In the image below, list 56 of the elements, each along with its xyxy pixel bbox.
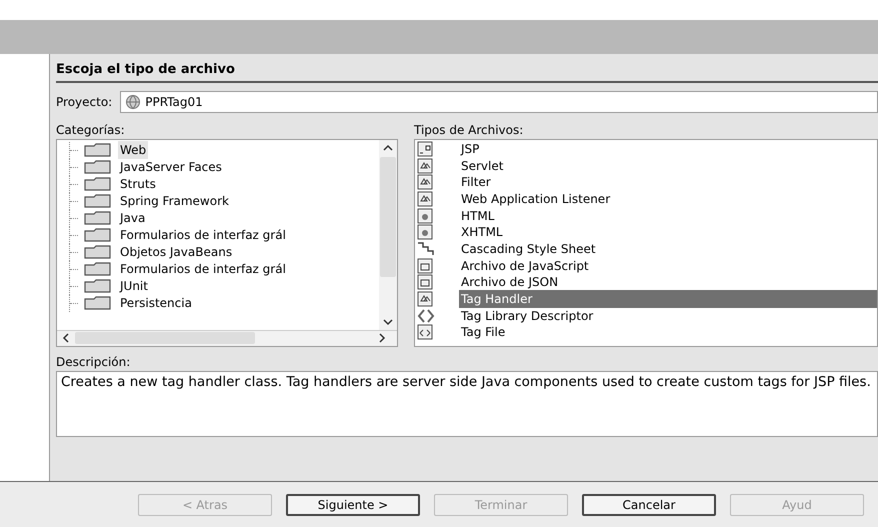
vertical-scrollbar[interactable] (379, 140, 397, 330)
file-icon (417, 190, 435, 207)
folder-icon (84, 194, 112, 208)
folder-icon (84, 228, 112, 242)
dialog-button[interactable]: Siguiente > (286, 494, 420, 516)
folder-icon (84, 245, 112, 259)
list-label: Categorías: (56, 122, 126, 138)
file-icon (417, 324, 435, 340)
file-icon (417, 258, 435, 274)
file-icon (417, 274, 435, 290)
file-type-item[interactable]: Archivo de JavaScript (459, 256, 877, 275)
description-box: Creates a new tag handler class. Tag handlers are server side Java components used to create custom tags for JSP files. (56, 370, 878, 436)
project-field[interactable]: PPRTag01 (120, 90, 878, 112)
category-item[interactable]: Formularios de interfaz grál (118, 226, 288, 244)
category-item[interactable]: Spring Framework (118, 192, 231, 210)
file-icon (417, 158, 435, 174)
file-type-item[interactable]: Tag Handler (459, 290, 877, 308)
file-type-item[interactable]: Filter (459, 173, 877, 192)
category-item[interactable]: Struts (118, 175, 158, 193)
folder-icon (84, 143, 112, 157)
folder-icon (84, 296, 112, 310)
file-type-item[interactable]: Tag Library Descriptor (459, 306, 877, 325)
folder-icon (84, 279, 112, 293)
folder-icon (84, 262, 112, 276)
file-icon (417, 140, 435, 157)
file-icon (417, 174, 435, 190)
field-label: Proyecto: (56, 94, 112, 110)
category-item[interactable]: Java (118, 209, 148, 227)
horizontal-scrollbar[interactable] (57, 330, 397, 346)
category-item[interactable]: Persistencia (118, 294, 194, 312)
file-type-item[interactable]: HTML (459, 206, 877, 225)
tag-library-icon (417, 308, 435, 324)
file-type-item[interactable]: Web Application Listener (459, 190, 877, 208)
category-item[interactable]: Formularios de interfaz grál (118, 260, 288, 278)
file-type-item[interactable]: XHTML (459, 223, 877, 242)
file-type-item[interactable]: Servlet (459, 156, 877, 175)
file-icon (417, 291, 435, 308)
category-item[interactable]: Objetos JavaBeans (118, 243, 234, 261)
list-label: Tipos de Archivos: (414, 122, 524, 138)
file-icon (417, 208, 435, 224)
css-file-icon (417, 240, 435, 257)
file-type-item[interactable]: JSP (459, 140, 877, 158)
folder-icon (84, 160, 112, 174)
field-label: Descripción: (56, 354, 132, 370)
section-title: Escoja el tipo de archivo (56, 60, 878, 82)
folder-icon (84, 177, 112, 191)
globe-icon (125, 94, 142, 110)
file-type-item[interactable]: Tag File (459, 323, 877, 342)
folder-icon (84, 211, 112, 225)
category-item[interactable]: JUnit (118, 277, 150, 295)
category-item[interactable]: Web (118, 141, 148, 159)
file-type-item[interactable]: Cascading Style Sheet (459, 240, 877, 258)
category-item[interactable]: JavaServer Faces (118, 158, 224, 176)
dialog-button[interactable]: Cancelar (582, 494, 716, 516)
file-type-item[interactable]: Archivo de JSON (459, 273, 877, 292)
file-icon (417, 224, 435, 240)
